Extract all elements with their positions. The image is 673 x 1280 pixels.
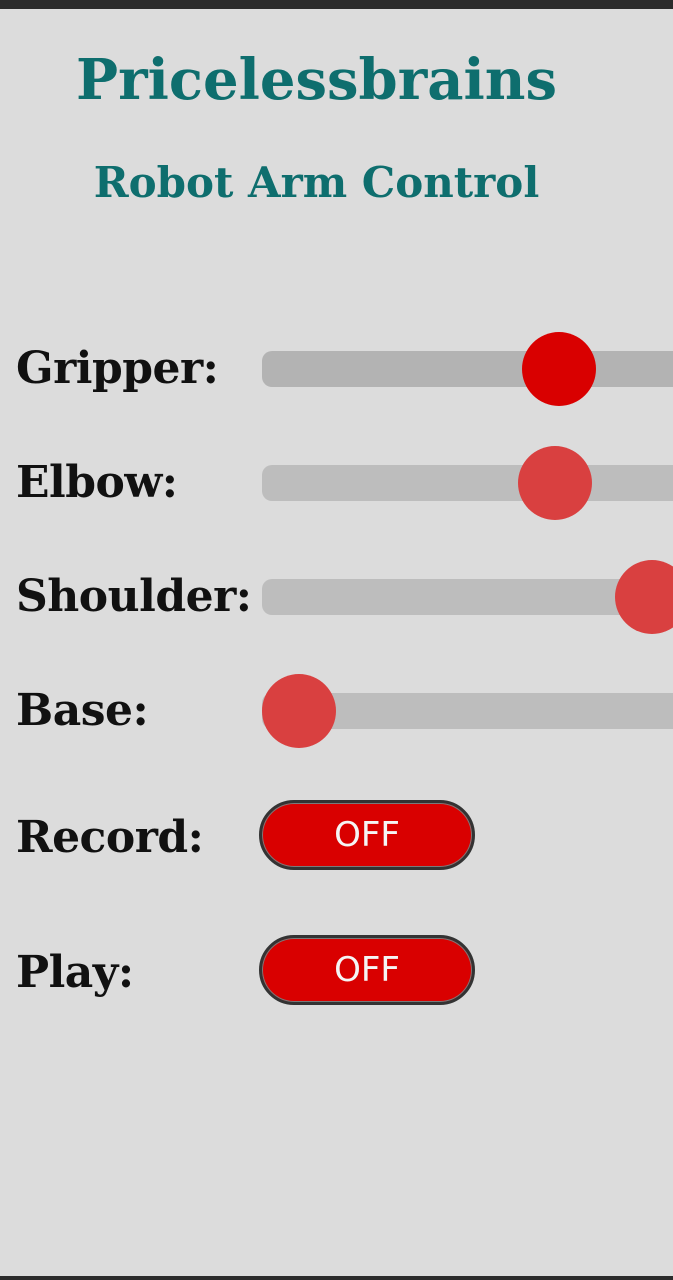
shoulder-row: Shoulder:	[0, 557, 673, 637]
base-slider[interactable]	[262, 671, 673, 751]
shoulder-slider-track[interactable]	[262, 579, 673, 615]
record-row: Record: OFF	[0, 798, 673, 878]
record-toggle-button[interactable]: OFF	[259, 800, 475, 870]
elbow-slider-track[interactable]	[262, 465, 673, 501]
gripper-slider-thumb[interactable]	[522, 332, 597, 406]
gripper-label: Gripper:	[16, 343, 219, 394]
base-row: Base:	[0, 671, 673, 751]
elbow-slider-thumb[interactable]	[518, 446, 593, 520]
record-label: Record:	[16, 812, 204, 863]
shoulder-slider-thumb[interactable]	[614, 560, 673, 634]
elbow-row: Elbow:	[0, 443, 673, 523]
gripper-slider[interactable]	[262, 329, 673, 409]
play-toggle-button[interactable]: OFF	[259, 935, 475, 1005]
shoulder-slider[interactable]	[262, 557, 673, 637]
elbow-slider[interactable]	[262, 443, 673, 523]
shoulder-label: Shoulder:	[16, 571, 252, 622]
page-title: Pricelessbrains	[75, 47, 558, 113]
gripper-slider-track[interactable]	[262, 351, 673, 387]
play-label: Play:	[16, 947, 134, 998]
play-row: Play: OFF	[0, 933, 673, 1013]
app-screen: Pricelessbrains Robot Arm Control Grippe…	[0, 9, 673, 1276]
base-slider-thumb[interactable]	[262, 674, 336, 748]
page-subtitle: Robot Arm Control	[93, 158, 540, 207]
base-label: Base:	[16, 685, 149, 736]
bottom-edge	[0, 1276, 673, 1280]
elbow-label: Elbow:	[16, 457, 178, 508]
gripper-row: Gripper:	[0, 329, 673, 409]
